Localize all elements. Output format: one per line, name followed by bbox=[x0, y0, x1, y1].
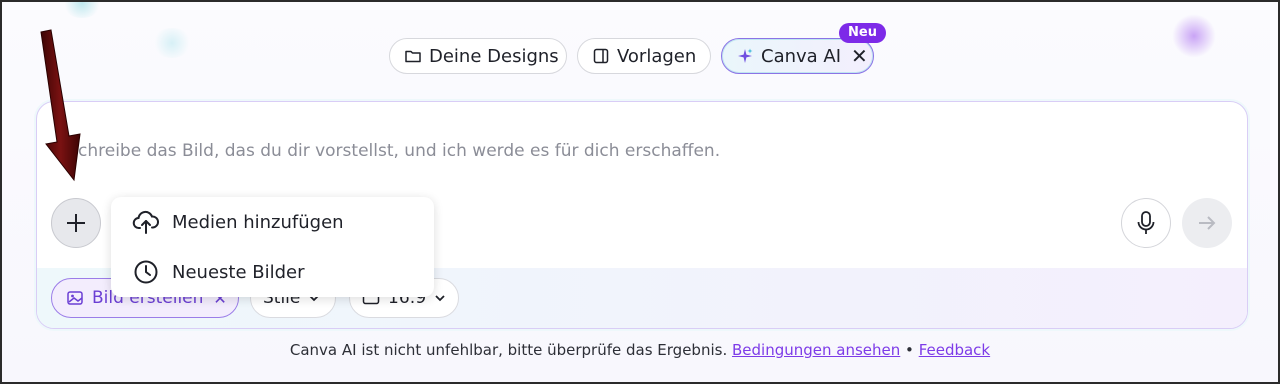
tab-vorlagen[interactable]: Vorlagen bbox=[577, 38, 711, 74]
decorative-glow bbox=[62, 2, 102, 18]
menu-item-recent-images[interactable]: Neueste Bilder bbox=[111, 247, 434, 297]
new-badge: Neu bbox=[839, 23, 886, 43]
menu-item-label: Neueste Bilder bbox=[172, 261, 305, 283]
disclaimer-footer: Canva AI ist nicht unfehlbar, bitte über… bbox=[0, 341, 1280, 359]
disclaimer-text: Canva AI ist nicht unfehlbar, bitte über… bbox=[289, 341, 728, 359]
tab-label: Canva AI bbox=[761, 45, 842, 67]
close-icon[interactable]: ✕ bbox=[851, 46, 868, 66]
clock-icon bbox=[132, 258, 160, 286]
feedback-link[interactable]: Feedback bbox=[919, 341, 990, 359]
microphone-button[interactable] bbox=[1121, 198, 1171, 248]
tab-label: Vorlagen bbox=[617, 45, 697, 67]
add-button[interactable] bbox=[51, 198, 101, 248]
menu-item-label: Medien hinzufügen bbox=[172, 211, 344, 233]
folder-icon bbox=[404, 47, 422, 65]
chevron-down-icon bbox=[434, 292, 446, 304]
menu-item-add-media[interactable]: Medien hinzufügen bbox=[111, 197, 434, 247]
annotation-arrow-icon bbox=[40, 29, 81, 182]
sparkle-icon bbox=[736, 47, 754, 65]
prompt-input[interactable]: chreibe das Bild, das du dir vorstellst,… bbox=[78, 141, 720, 161]
decorative-glow bbox=[152, 28, 192, 58]
tab-label: Deine Designs bbox=[429, 45, 559, 67]
terms-link[interactable]: Bedingungen ansehen bbox=[732, 341, 900, 359]
add-menu: Medien hinzufügen Neueste Bilder bbox=[111, 197, 434, 297]
microphone-icon bbox=[1137, 211, 1155, 234]
tab-canva-ai[interactable]: Canva AI ✕ bbox=[721, 38, 874, 74]
image-icon bbox=[66, 289, 84, 307]
tab-deine-designs[interactable]: Deine Designs bbox=[389, 38, 567, 74]
separator: • bbox=[905, 341, 914, 359]
plus-icon bbox=[67, 214, 85, 232]
arrow-right-icon bbox=[1199, 216, 1216, 230]
template-icon bbox=[592, 47, 610, 65]
cloud-upload-icon bbox=[132, 208, 160, 236]
send-button[interactable] bbox=[1182, 198, 1232, 248]
decorative-glow bbox=[1172, 14, 1216, 58]
